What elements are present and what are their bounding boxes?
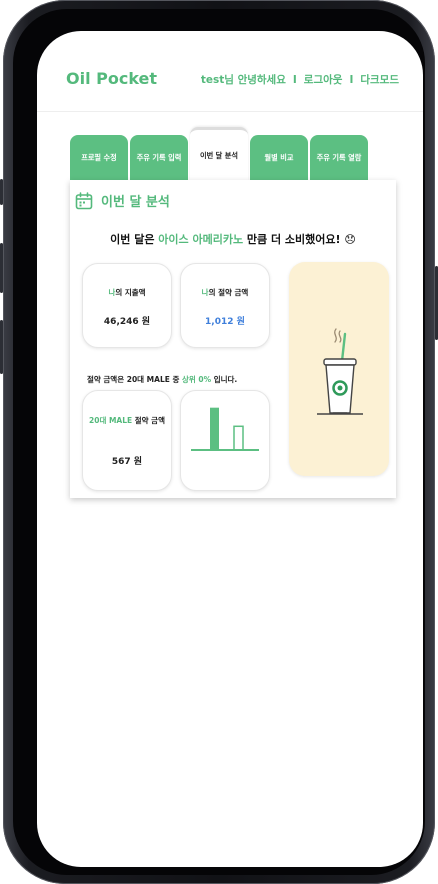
volume-down-button <box>0 320 3 374</box>
spend-label: 나의 지출액 <box>83 287 171 298</box>
compare-chart-card <box>180 390 270 491</box>
tab-profile-edit[interactable]: 프로필 수정 <box>70 135 128 181</box>
saving-label-highlight: 나 <box>201 288 209 297</box>
peer-card: 20대 MALE 절약 금액 567 원 <box>82 390 172 491</box>
compare-pre: 절약 금액은 20대 MALE 중 <box>87 375 182 384</box>
greeting-text: test님 안녕하세요 <box>200 74 286 86</box>
tab-monthly-analysis[interactable]: 이번 달 분석 <box>190 127 248 181</box>
phone-frame: Oil Pocket test님 안녕하세요 I 로그아웃 I 다크모드 프로필… <box>3 0 435 884</box>
saving-value: 1,012 원 <box>205 317 245 327</box>
peer-label: 20대 MALE 절약 금액 <box>83 415 171 426</box>
analysis-title: 이번 달 분석 <box>101 195 170 210</box>
peer-label-text: 절약 금액 <box>132 416 165 425</box>
tab-fuel-record-input[interactable]: 주유 기록 입력 <box>130 135 188 181</box>
spend-value: 46,246 원 <box>103 317 151 327</box>
tab-bar: 프로필 수정 주유 기록 입력 이번 달 분석 월별 비교 주유 기록 열람 <box>70 127 370 181</box>
bar-0 <box>210 407 219 450</box>
nav-separator: I <box>349 73 354 86</box>
spend-label-text: 의 지출액 <box>115 288 146 297</box>
peer-label-highlight: 20대 MALE <box>89 416 133 425</box>
compare-text: 절약 금액은 20대 MALE 중 상위 0% 입니다. <box>87 374 237 385</box>
headline-pre: 이번 달은 <box>110 233 159 246</box>
compare-post: 입니다. <box>211 375 238 384</box>
saving-label: 나의 절약 금액 <box>181 287 269 298</box>
savings-bar-chart <box>191 407 259 451</box>
panel-title: 이번 달 분석 <box>75 191 170 210</box>
nav-separator: I <box>292 73 297 86</box>
tab-monthly-compare[interactable]: 월별 비교 <box>250 135 308 181</box>
top-nav: test님 안녕하세요 I 로그아웃 I 다크모드 <box>201 72 399 87</box>
saving-label-text: 의 절약 금액 <box>208 288 249 297</box>
compare-rank: 상위 0% <box>181 375 212 384</box>
consumption-headline: 이번 달은 아이스 아메리카노 만큼 더 소비했어요! 😞 <box>70 231 396 247</box>
header: Oil Pocket test님 안녕하세요 I 로그아웃 I 다크모드 <box>37 31 423 112</box>
headline-post: 만큼 더 소비했어요! 😞 <box>243 233 356 246</box>
iced-coffee-icon <box>317 328 363 415</box>
logout-link[interactable]: 로그아웃 <box>304 72 343 87</box>
calendar-icon <box>75 191 93 209</box>
headline-item: 아이스 아메리카노 <box>158 233 244 246</box>
volume-up-button <box>0 243 3 293</box>
bar-1 <box>233 425 244 451</box>
saving-card: 나의 절약 금액 1,012 원 <box>180 263 270 348</box>
peer-value: 567 원 <box>111 457 143 467</box>
phone-bezel: Oil Pocket test님 안녕하세요 I 로그아웃 I 다크모드 프로필… <box>13 9 425 875</box>
drink-card <box>289 262 389 476</box>
screen: Oil Pocket test님 안녕하세요 I 로그아웃 I 다크모드 프로필… <box>37 31 423 867</box>
app-logo[interactable]: Oil Pocket <box>66 69 157 88</box>
spend-card: 나의 지출액 46,246 원 <box>82 263 172 348</box>
tab-fuel-record-view[interactable]: 주유 기록 열람 <box>310 135 368 181</box>
darkmode-toggle[interactable]: 다크모드 <box>360 72 399 87</box>
analysis-panel: 이번 달 분석 이번 달은 아이스 아메리카노 만큼 더 소비했어요! 😞 나의… <box>70 180 396 498</box>
side-button <box>0 179 3 205</box>
